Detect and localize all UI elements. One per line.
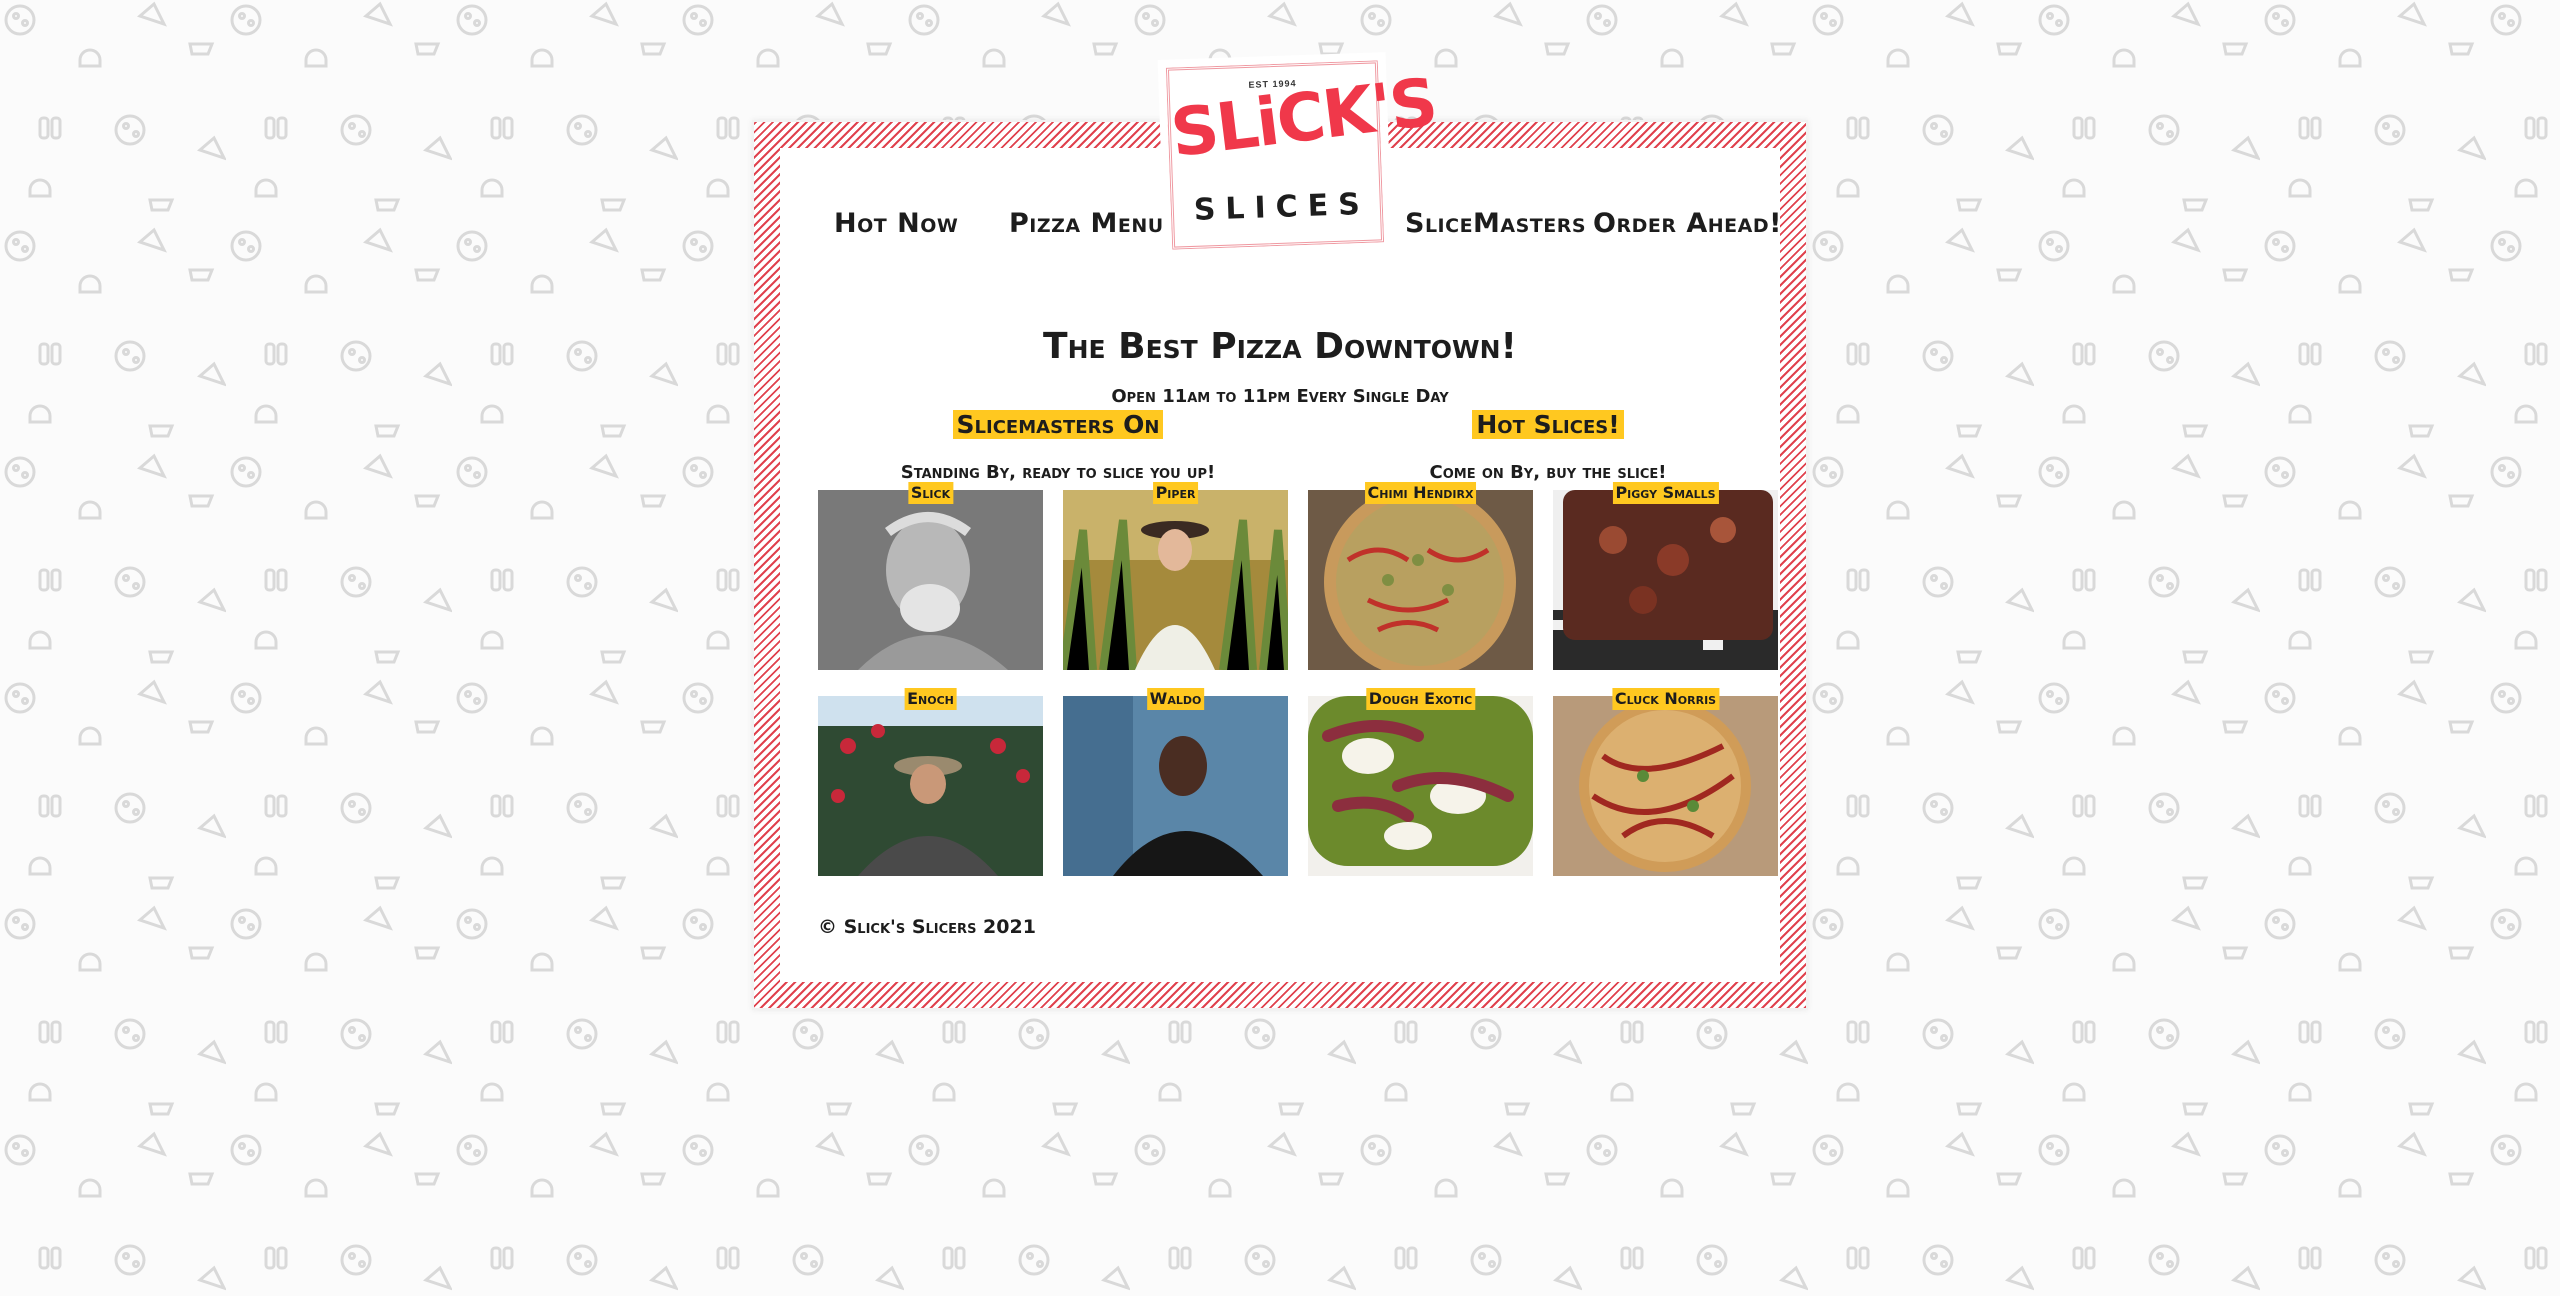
page-title: The Best Pizza Downtown! <box>1043 326 1517 367</box>
nav-order-ahead[interactable]: Order Ahead! <box>1593 208 1782 239</box>
hot-slices-section: Hot Slices! Come on By, buy the slice! C… <box>1308 410 1788 920</box>
pizza-name: Chimi Hendirx <box>1364 482 1477 504</box>
slicemaster-name: Slick <box>907 482 954 504</box>
slicemaster-card[interactable]: Enoch <box>818 688 1043 876</box>
slicemaster-name: Enoch <box>904 688 957 710</box>
logo-sub: SLICES <box>1193 186 1371 228</box>
slicemaster-name: Waldo <box>1146 688 1205 710</box>
pizza-name: Cluck Norris <box>1611 688 1720 710</box>
footer-copyright: © Slick's Slicers 2021 <box>818 916 1036 938</box>
page-subtitle: Open 11am to 11pm Every Single Day <box>1111 386 1449 407</box>
logo[interactable]: EST 1994 SLiCK'S SLICES <box>1157 52 1440 258</box>
slicemaster-card[interactable]: Slick <box>818 482 1043 670</box>
slicemaster-photo <box>818 490 1043 670</box>
slicemasters-section: Slicemasters On Standing By, ready to sl… <box>818 410 1298 920</box>
slicemaster-card[interactable]: Piper <box>1063 482 1288 670</box>
nav-pizza-menu[interactable]: Pizza Menu <box>1009 208 1164 239</box>
slicemaster-name: Piper <box>1152 482 1199 504</box>
slicemasters-heading: Slicemasters On <box>952 410 1164 439</box>
pizza-card[interactable]: Cluck Norris <box>1553 688 1778 876</box>
hot-slices-grid: Chimi Hendirx Piggy Smalls Dough Exotic … <box>1308 482 1788 920</box>
pizza-card[interactable]: Chimi Hendirx <box>1308 482 1533 670</box>
main-nav: Hot Now Pizza Menu EST 1994 SLiCK'S SLIC… <box>780 52 1782 298</box>
nav-hot-now[interactable]: Hot Now <box>834 208 958 239</box>
page-content: Hot Now Pizza Menu EST 1994 SLiCK'S SLIC… <box>780 52 1782 982</box>
pizza-card[interactable]: Piggy Smalls <box>1553 482 1778 670</box>
hot-slices-heading: Hot Slices! <box>1472 410 1624 439</box>
pizza-photo <box>1553 490 1778 670</box>
nav-slicemasters[interactable]: SliceMasters <box>1405 208 1586 239</box>
pizza-photo <box>1553 696 1778 876</box>
slicemaster-photo <box>818 696 1043 876</box>
pizza-card[interactable]: Dough Exotic <box>1308 688 1533 876</box>
slicemaster-photo <box>1063 696 1288 876</box>
pizza-photo <box>1308 696 1533 876</box>
slicemaster-card[interactable]: Waldo <box>1063 688 1288 876</box>
page-frame: Hot Now Pizza Menu EST 1994 SLiCK'S SLIC… <box>752 52 1808 1010</box>
pizza-name: Dough Exotic <box>1365 688 1476 710</box>
pizza-photo <box>1308 490 1533 670</box>
slicemasters-subheading: Standing By, ready to slice you up! <box>900 462 1216 483</box>
slicemasters-grid: Slick Piper Enoch Waldo <box>818 482 1298 920</box>
slicemaster-photo <box>1063 490 1288 670</box>
pizza-name: Piggy Smalls <box>1612 482 1719 504</box>
